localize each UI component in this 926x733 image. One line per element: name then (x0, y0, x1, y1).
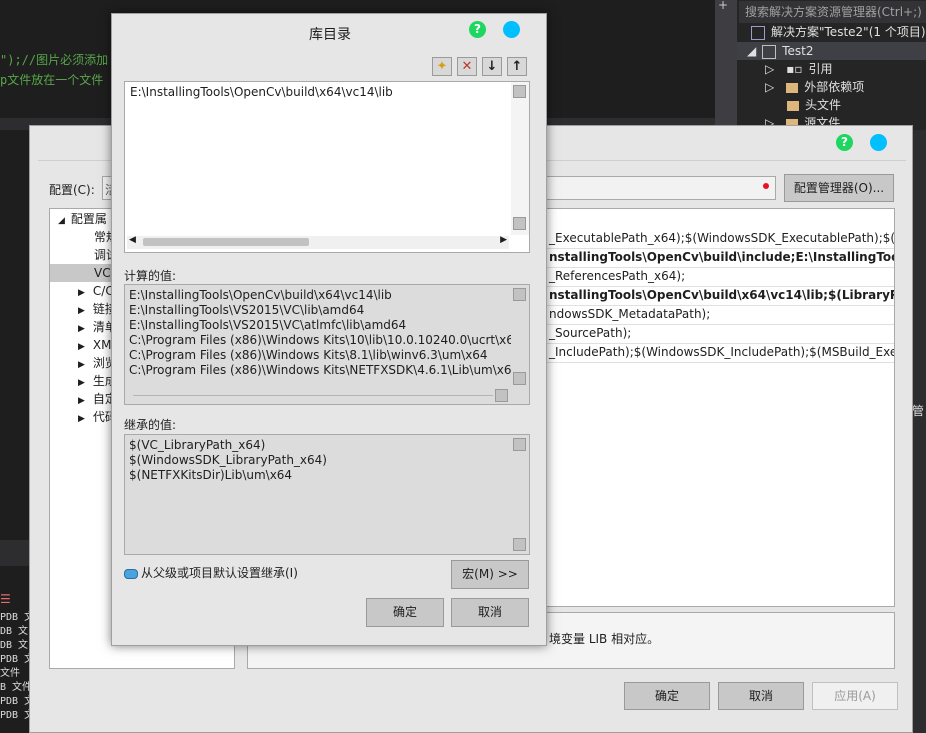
inherit-checkbox-icon[interactable] (124, 568, 138, 579)
expand-icon[interactable]: ▶ (78, 306, 85, 316)
solution-explorer: 搜索解决方案资源管理器(Ctrl+;) 解决方案"Teste2"(1 个项目) … (737, 0, 926, 130)
platform-select[interactable] (530, 176, 776, 200)
scroll-thumb[interactable] (513, 85, 526, 98)
modified-indicator-icon (763, 183, 769, 189)
folder-icon (786, 82, 799, 93)
arrow-down-icon: ↓ (486, 59, 498, 74)
solution-root-item[interactable]: 解决方案"Teste2"(1 个项目) (751, 23, 926, 41)
close-dot-icon[interactable] (503, 21, 520, 38)
move-down-button[interactable]: ↓ (482, 57, 502, 76)
expand-icon[interactable]: ▶ (78, 342, 85, 352)
solution-search-input[interactable]: 搜索解决方案资源管理器(Ctrl+;) (739, 1, 926, 23)
scroll-thumb[interactable] (513, 217, 526, 230)
folder-icon (787, 100, 799, 111)
macros-button[interactable]: 宏(M) >> (451, 560, 529, 589)
inherit-checkbox[interactable]: 从父级或项目默认设置继承(I) (124, 564, 298, 582)
directory-entry[interactable]: E:\InstallingTools\OpenCv\build\x64\vc14… (130, 85, 393, 100)
tree-item-c-cpp[interactable]: ▶ C/C (78, 282, 114, 300)
library-cancel-button[interactable]: 取消 (451, 598, 529, 627)
new-folder-icon: ✦ (436, 59, 448, 74)
scroll-thumb[interactable] (513, 538, 526, 551)
hscroll-thumb[interactable] (143, 238, 309, 246)
references-icon: ▪▫ (786, 62, 803, 76)
expand-icon[interactable]: ▷ (765, 80, 774, 94)
project-item-test2[interactable]: ◢ Test2 (737, 42, 926, 60)
hscroll-track (133, 395, 493, 396)
evaluated-value: C:\Program Files (x86)\Windows Kits\10\l… (129, 333, 522, 347)
vertical-scrollbar[interactable] (511, 82, 529, 235)
code-line: ");//图片必须添加 (0, 53, 109, 67)
inherited-value: $(NETFXKitsDir)Lib\um\x64 (129, 468, 293, 482)
tree-item-references[interactable]: ▷ ▪▫ 引用 (765, 60, 833, 78)
evaluated-value: E:\InstallingTools\VS2015\VC\atlmfc\lib\… (129, 318, 407, 332)
output-line: DB 文 (0, 626, 29, 637)
property-apply-button: 应用(A) (812, 682, 898, 710)
delete-icon: ✕ (461, 59, 473, 74)
evaluated-value: E:\InstallingTools\VS2015\VC\lib\amd64 (129, 303, 365, 317)
output-line: B 文件 (0, 682, 33, 693)
inherited-values-label: 继承的值: (124, 418, 177, 432)
expand-icon[interactable]: ▶ (78, 378, 85, 388)
library-directories-dialog: 库目录 ? ✦ ✕ ↓ ↑ E:\InstallingTools\OpenCv\… (111, 13, 547, 646)
scroll-right-icon[interactable]: ▶ (500, 235, 507, 245)
config-label: 配置(C): (49, 183, 95, 197)
library-ok-button[interactable]: 确定 (366, 598, 444, 627)
side-panel-fragment: 管 (912, 404, 925, 418)
collapse-icon[interactable]: ◢ (747, 44, 756, 58)
solution-icon (751, 25, 765, 40)
expand-icon[interactable]: ▶ (78, 414, 85, 424)
output-line: DB 文 (0, 640, 29, 651)
tree-item-config-properties[interactable]: ◢ 配置属 (58, 210, 107, 228)
output-panel: ☰ PDB 文 DB 文 DB 文 PDB 文 文件 B 文件 PDB 文 PD… (0, 540, 34, 733)
move-up-button[interactable]: ↑ (507, 57, 527, 76)
tree-item-external-deps[interactable]: ▷ 外部依赖项 (765, 78, 864, 96)
evaluated-values-label: 计算的值: (124, 269, 177, 283)
vertical-scrollbar[interactable] (511, 285, 529, 389)
delete-line-button[interactable]: ✕ (457, 57, 477, 76)
inherited-value: $(WindowsSDK_LibraryPath_x64) (129, 453, 327, 467)
new-line-button[interactable]: ✦ (432, 57, 452, 76)
property-ok-button[interactable]: 确定 (624, 682, 710, 710)
property-cancel-button[interactable]: 取消 (718, 682, 804, 710)
expand-icon[interactable]: ▶ (78, 324, 85, 334)
expand-icon[interactable]: ▶ (78, 288, 85, 298)
output-line: 文件 (0, 668, 20, 679)
scroll-thumb[interactable] (513, 372, 526, 385)
tree-item-header-files[interactable]: 头文件 (787, 96, 841, 114)
scroll-thumb[interactable] (513, 288, 526, 301)
horizontal-scrollbar[interactable]: ◀ ▶ (127, 235, 509, 249)
help-icon[interactable]: ? (836, 134, 853, 151)
output-toolbar (0, 540, 32, 566)
collapse-icon[interactable]: ◢ (58, 216, 65, 226)
scroll-thumb[interactable] (513, 438, 526, 451)
side-panel: 管 (912, 130, 926, 733)
clear-output-icon[interactable]: ☰ (0, 592, 11, 606)
scroll-up-icon[interactable]: + (718, 0, 728, 12)
arrow-up-icon: ↑ (511, 59, 523, 74)
directory-list[interactable]: E:\InstallingTools\OpenCv\build\x64\vc14… (124, 81, 530, 253)
evaluated-value: C:\Program Files (x86)\Windows Kits\NETF… (129, 363, 520, 377)
evaluated-value: E:\InstallingTools\OpenCv\build\x64\vc14… (129, 288, 392, 302)
close-dot-icon[interactable] (870, 134, 887, 151)
config-manager-button[interactable]: 配置管理器(O)... (784, 174, 894, 202)
inherited-value: $(VC_LibraryPath_x64) (129, 438, 266, 452)
scroll-left-icon[interactable]: ◀ (129, 235, 136, 245)
tree-item-xml[interactable]: ▶ XM (78, 336, 112, 354)
inherited-values-box: $(VC_LibraryPath_x64) $(WindowsSDK_Libra… (124, 434, 530, 555)
vertical-scrollbar[interactable] (511, 435, 529, 554)
expand-icon[interactable]: ▶ (78, 360, 85, 370)
scroll-thumb[interactable] (495, 389, 508, 402)
expand-icon[interactable]: ▶ (78, 396, 85, 406)
evaluated-values-box: E:\InstallingTools\OpenCv\build\x64\vc14… (124, 284, 530, 405)
editor-scrollbar[interactable] (715, 0, 737, 130)
help-icon[interactable]: ? (469, 21, 486, 38)
horizontal-scrollbar[interactable] (127, 389, 509, 402)
project-icon (762, 44, 777, 59)
code-line: p文件放在一个文件 (0, 73, 104, 87)
expand-icon[interactable]: ▷ (765, 62, 774, 76)
evaluated-value: C:\Program Files (x86)\Windows Kits\8.1\… (129, 348, 488, 362)
